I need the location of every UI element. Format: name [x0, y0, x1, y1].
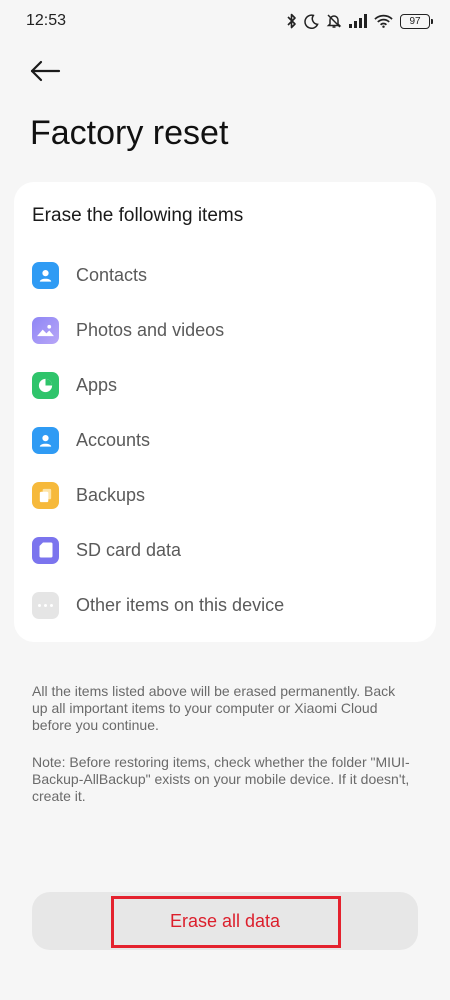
restore-note-text: Note: Before restoring items, check whet…	[32, 754, 410, 804]
status-icons: 97	[287, 11, 433, 31]
list-item: Other items on this device	[32, 585, 422, 625]
list-item-label: Contacts	[76, 264, 148, 285]
muted-bell-icon	[326, 13, 342, 29]
backup-icon	[32, 481, 59, 509]
status-bar: 12:53 97	[0, 0, 450, 44]
list-item: Apps	[32, 365, 422, 405]
wifi-icon	[374, 14, 393, 28]
list-item-label: Other items on this device	[76, 594, 285, 615]
status-time: 12:53	[26, 12, 67, 29]
signal-icon	[349, 14, 367, 28]
contacts-icon	[32, 261, 59, 289]
list-item-label: Apps	[76, 374, 118, 395]
page-title: Factory reset	[30, 114, 229, 152]
erase-all-data-button[interactable]: Erase all data	[32, 892, 418, 950]
list-item-label: Backups	[76, 484, 146, 505]
list-item-label: Photos and videos	[76, 319, 225, 340]
battery-icon: 97	[400, 13, 433, 29]
list-item: Contacts	[32, 255, 422, 295]
card-heading: Erase the following items	[32, 205, 244, 226]
list-item: SD card data	[32, 530, 422, 570]
erase-all-data-label: Erase all data	[169, 911, 281, 931]
back-arrow-icon[interactable]	[28, 56, 64, 86]
battery-level: 97	[409, 15, 421, 27]
sd-card-icon	[32, 536, 59, 564]
account-icon	[32, 426, 59, 454]
erase-warning-text: All the items listed above will be erase…	[32, 683, 396, 733]
list-item: Accounts	[32, 420, 422, 460]
bluetooth-icon	[287, 13, 297, 29]
gallery-icon	[32, 316, 59, 344]
moon-icon	[304, 13, 319, 29]
list-item: Photos and videos	[32, 310, 422, 350]
list-item: Backups	[32, 475, 422, 515]
list-item-label: SD card data	[76, 539, 182, 560]
list-item-label: Accounts	[76, 429, 151, 450]
more-icon	[32, 591, 59, 619]
apps-icon	[32, 371, 59, 399]
erase-items-card: Erase the following items Contacts Photo…	[14, 182, 436, 642]
